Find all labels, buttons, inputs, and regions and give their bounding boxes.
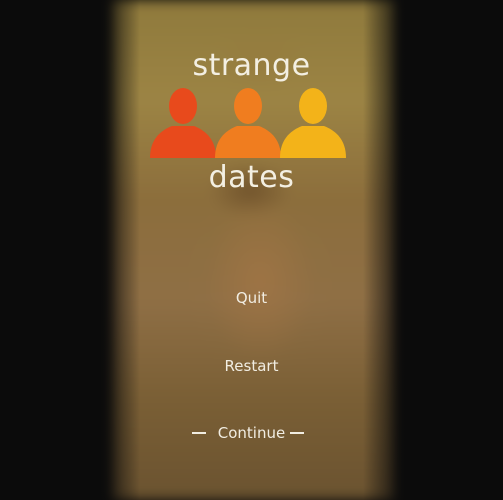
restart-label: Restart — [224, 357, 279, 375]
restart-button[interactable]: Restart — [0, 357, 503, 375]
person-icon-red — [150, 88, 216, 158]
continue-label: Continue — [217, 424, 286, 442]
quit-button[interactable]: Quit — [0, 289, 503, 307]
selection-dash-right — [290, 432, 304, 434]
logo-people-icons — [150, 88, 346, 158]
game-pause-screen: strange dates Quit Restart Continue — [0, 0, 503, 500]
continue-button[interactable]: Continue — [0, 424, 503, 442]
person-icon-orange — [215, 88, 281, 158]
game-title-line2: dates — [208, 160, 295, 195]
person-icon-yellow — [280, 88, 346, 158]
quit-label: Quit — [235, 289, 268, 307]
game-title-line1: strange — [192, 48, 311, 83]
